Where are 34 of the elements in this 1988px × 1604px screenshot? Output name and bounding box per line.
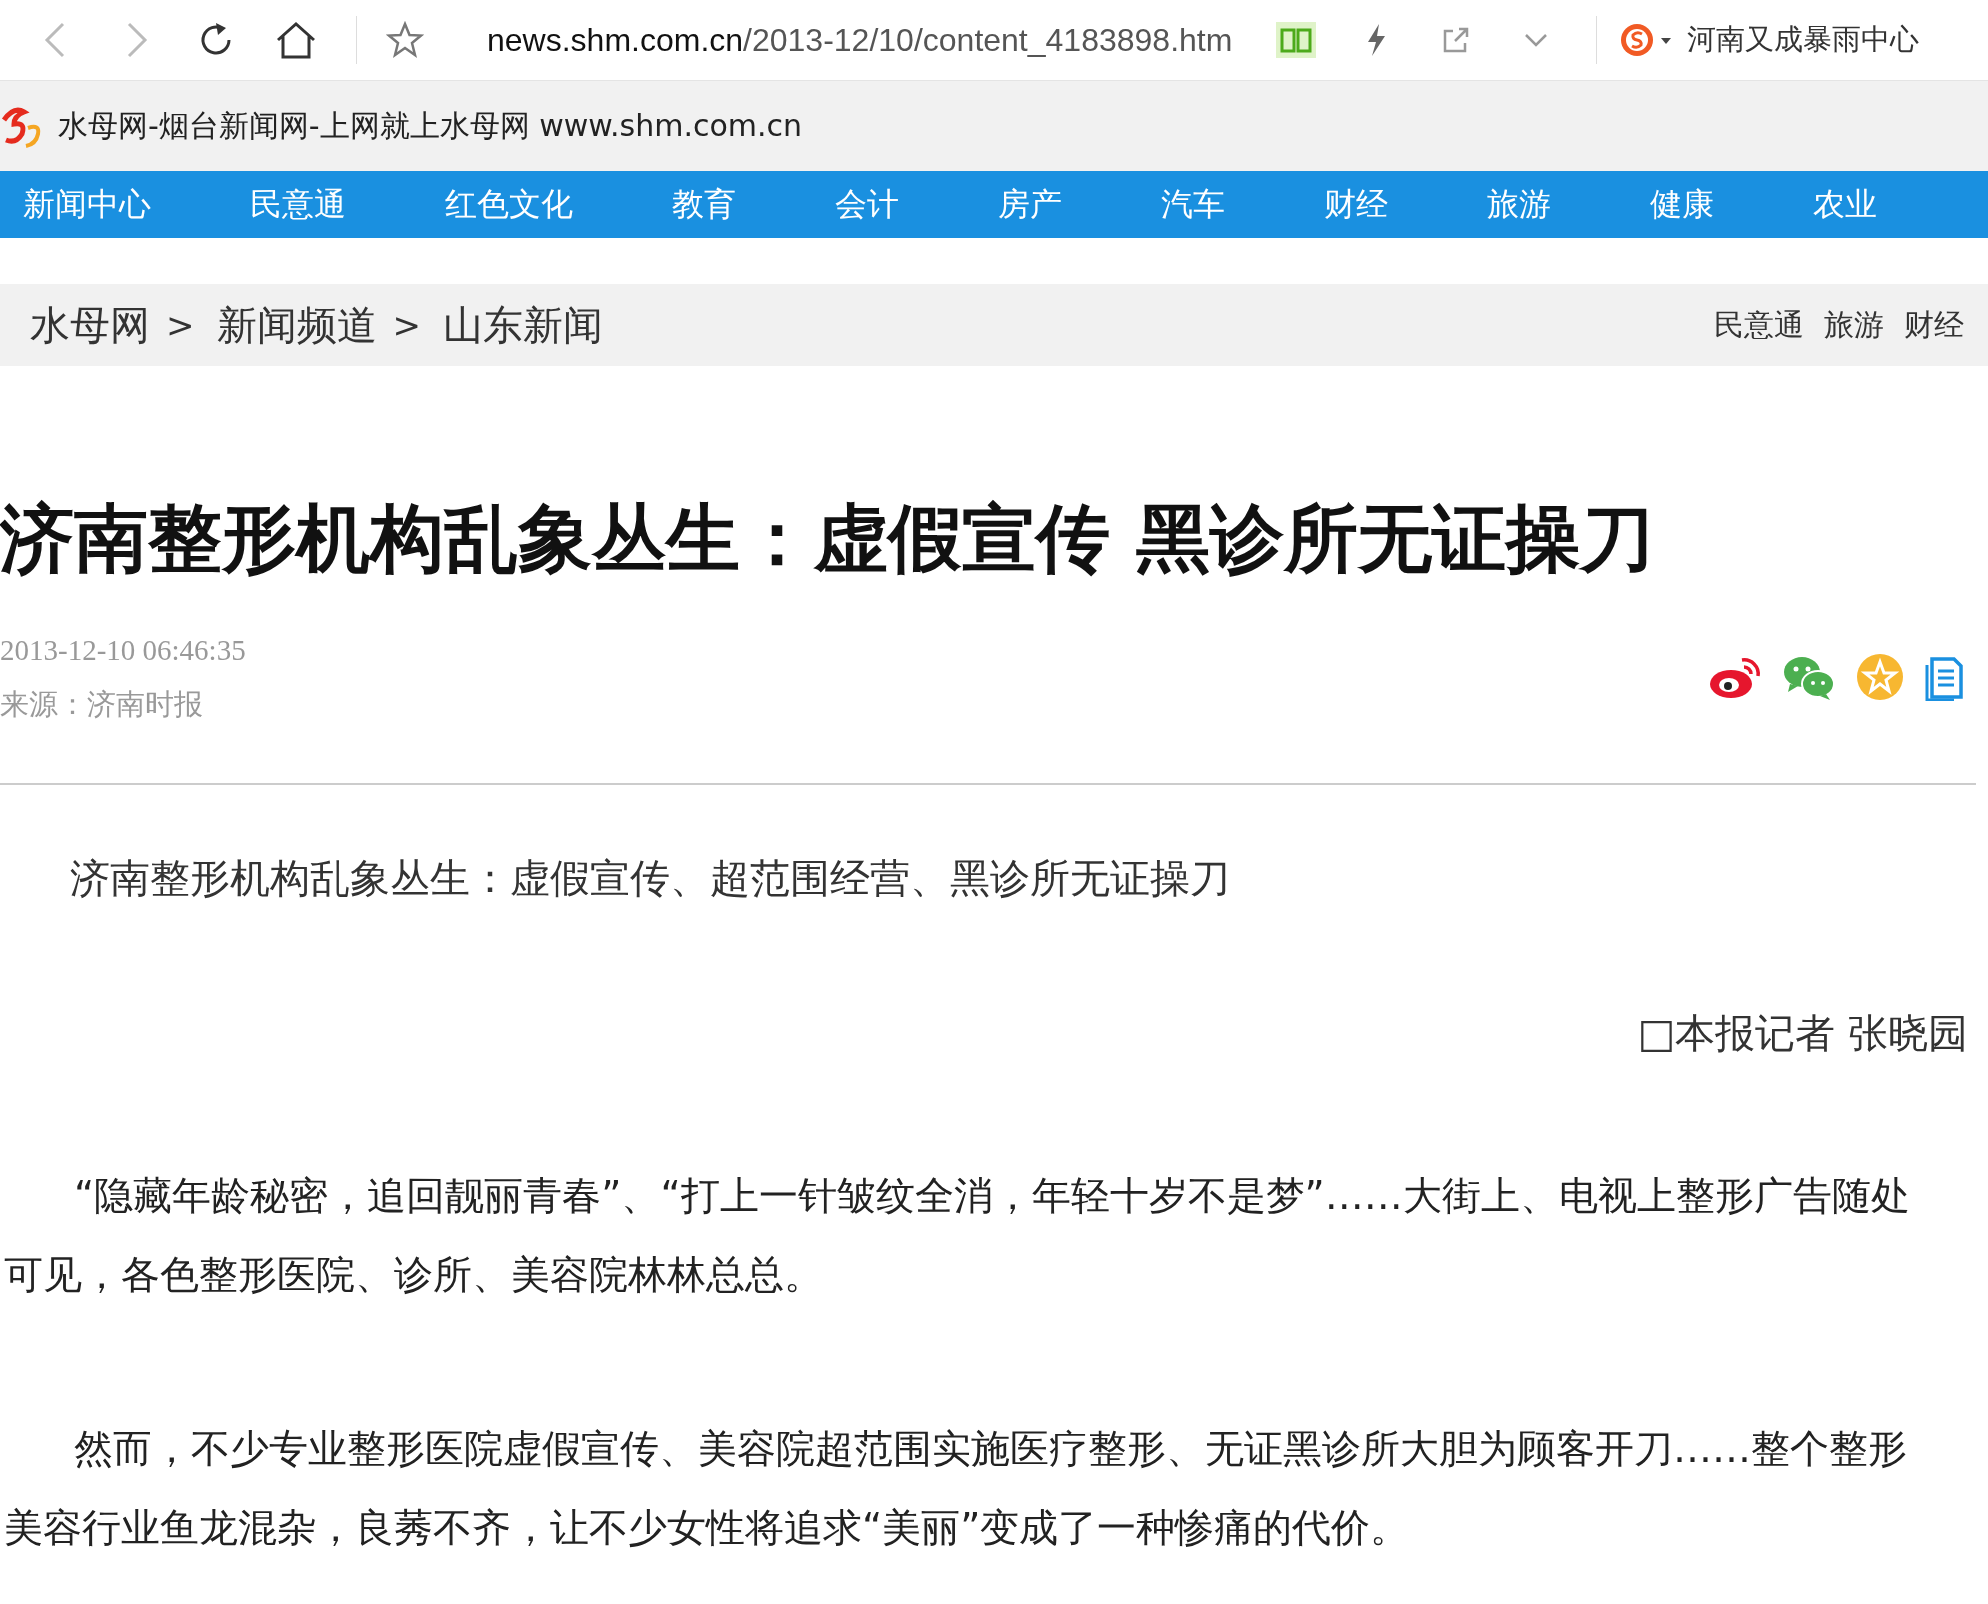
body-paragraph: “隐藏年龄秘密，追回靓丽青春”、“打上一针皱纹全消，年轻十岁不是梦”……大街上、电视上整形广告随处可见，各色整形医院、诊所、美容院林林总总。 bbox=[4, 1171, 1911, 1299]
body-paragraph: 然而，不少专业整形医院虚假宣传、美容院超范围实施医疗整形、无证黑诊所大胆为顾客开刀……整个整形美容行业鱼龙混杂，良莠不齐，让不少女性将追求“美丽”变成了一种惨痛的代价。 bbox=[4, 1424, 1908, 1552]
star-icon[interactable] bbox=[386, 21, 424, 59]
page-title: 水母网-烟台新闻网-上网就上水母网 www.shm.com.cn bbox=[58, 106, 803, 145]
quick-link[interactable]: 旅游 bbox=[1824, 304, 1884, 346]
breadcrumb-separator: > bbox=[392, 305, 421, 345]
breadcrumb-link[interactable]: 山东新闻 bbox=[443, 297, 603, 353]
nav-link[interactable]: 民意通 bbox=[250, 182, 346, 227]
nav-link[interactable]: 旅游 bbox=[1487, 182, 1551, 227]
breadcrumb-separator: > bbox=[166, 305, 195, 345]
nav-link[interactable]: 汽车 bbox=[1161, 182, 1225, 227]
nav-link[interactable]: 财经 bbox=[1324, 182, 1388, 227]
nav-link[interactable]: 教育 bbox=[672, 182, 736, 227]
nav-link[interactable]: 农业 bbox=[1813, 182, 1877, 227]
lead-paragraph: 济南整形机构乱象丛生：虚假宣传、超范围经营、黑诊所无证操刀 bbox=[70, 853, 1231, 903]
star-circle-icon[interactable] bbox=[1856, 652, 1904, 701]
nav-link[interactable]: 红色文化 bbox=[445, 182, 573, 227]
home-icon[interactable] bbox=[274, 20, 318, 60]
share-icon[interactable] bbox=[1441, 25, 1471, 55]
publish-date: 2013-12-10 06:46:35 bbox=[0, 632, 246, 668]
book-icon[interactable] bbox=[1275, 21, 1317, 59]
breadcrumb-link[interactable]: 新闻频道 bbox=[216, 297, 377, 353]
nav-link[interactable]: 会计 bbox=[835, 182, 899, 227]
nav-link[interactable]: 健康 bbox=[1650, 182, 1714, 227]
chevron-down-icon[interactable] bbox=[1523, 31, 1549, 49]
quick-link[interactable]: 财经 bbox=[1904, 304, 1964, 346]
breadcrumb-link[interactable]: 水母网 bbox=[30, 297, 150, 353]
address-bar[interactable]: news.shm.com.cn/2013-12/10/content_4183898.htm bbox=[487, 21, 1262, 59]
nav-link[interactable]: 房产 bbox=[998, 182, 1062, 227]
quick-link[interactable]: 民意通 bbox=[1714, 304, 1804, 346]
byline: □本报记者 张晓园 bbox=[1636, 1008, 1968, 1058]
article-source: 来源：济南时报 bbox=[0, 686, 204, 722]
search-box-text[interactable]: 河南又成暴雨中心 bbox=[1687, 20, 1919, 60]
nav-link[interactable]: 新闻中心 bbox=[23, 182, 151, 227]
